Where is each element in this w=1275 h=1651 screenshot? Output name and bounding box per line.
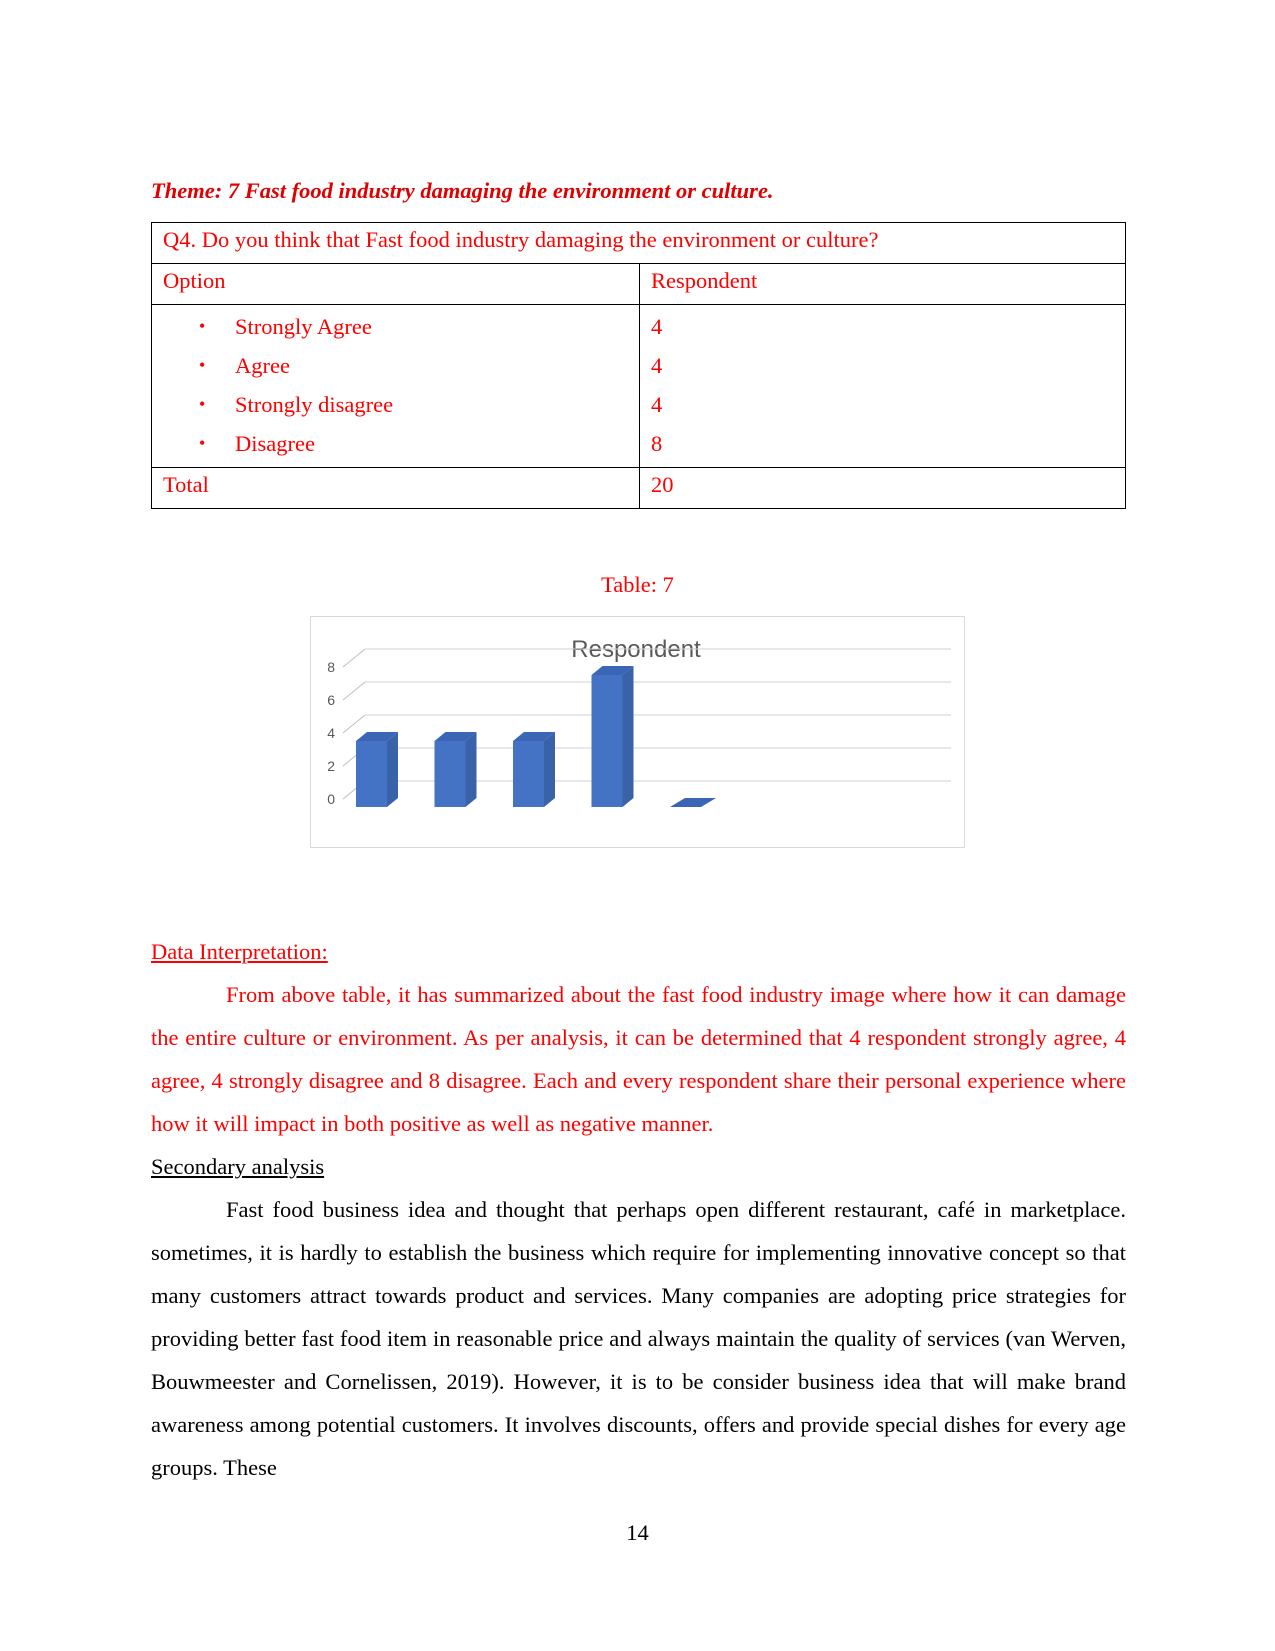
gridline-diagonal bbox=[342, 681, 366, 701]
options-cell: • Strongly Agree • Agree • Strongly disagre… bbox=[151, 304, 640, 468]
respondent-value: 4 bbox=[651, 352, 663, 378]
table-caption: Table: 7 bbox=[601, 572, 674, 597]
interpretation-text: From above table, it has summarized abou… bbox=[151, 982, 1126, 1136]
y-tick-label: 0 bbox=[327, 791, 335, 807]
bar-front bbox=[434, 741, 466, 807]
respondent-value: 8 bbox=[651, 430, 663, 456]
bullet-icon: • bbox=[199, 316, 206, 336]
header-option: Option bbox=[151, 263, 640, 305]
bar-side bbox=[387, 732, 398, 807]
bar-front bbox=[513, 741, 544, 807]
theme-heading: Theme: 7 Fast food industry damaging the… bbox=[151, 178, 774, 203]
bar-chart: Respondent 02468 bbox=[310, 616, 965, 848]
y-tick-label: 2 bbox=[327, 758, 335, 774]
interpretation-heading: Data Interpretation: bbox=[151, 939, 328, 964]
document-page: Theme: 7 Fast food industry damaging the… bbox=[0, 0, 1275, 1651]
secondary-text: Fast food business idea and thought that… bbox=[151, 1197, 1126, 1480]
gridline-diagonal bbox=[342, 714, 366, 734]
secondary-heading: Secondary analysis bbox=[151, 1154, 325, 1179]
gridline-diagonal bbox=[342, 648, 366, 668]
bullet-icon: • bbox=[199, 355, 206, 375]
respondent-cell: 4 4 4 8 bbox=[639, 304, 1126, 468]
y-tick-label: 4 bbox=[327, 725, 335, 741]
option-item: • Agree bbox=[163, 344, 628, 387]
total-label: Total bbox=[151, 467, 640, 509]
bullet-icon: • bbox=[199, 394, 206, 414]
bullet-icon: • bbox=[199, 433, 206, 453]
bar-side bbox=[465, 732, 477, 807]
bar-side bbox=[544, 732, 555, 807]
respondent-value: 4 bbox=[651, 391, 663, 417]
survey-table: Q4. Do you think that Fast food industry… bbox=[151, 222, 1126, 509]
total-value: 20 bbox=[639, 467, 1126, 509]
y-tick-label: 6 bbox=[327, 692, 335, 708]
chart-svg: Respondent 02468 bbox=[327, 636, 951, 807]
bar-top bbox=[670, 798, 716, 807]
bar-front bbox=[591, 675, 623, 807]
header-respondent: Respondent bbox=[639, 263, 1126, 305]
page-number: 14 bbox=[626, 1520, 649, 1545]
question-cell: Q4. Do you think that Fast food industry… bbox=[151, 222, 1126, 264]
option-item: • Disagree bbox=[163, 422, 628, 465]
respondent-value: 4 bbox=[651, 313, 663, 339]
option-item: • Strongly disagree bbox=[163, 383, 628, 426]
option-item: • Strongly Agree bbox=[163, 305, 628, 348]
bar-side bbox=[622, 666, 634, 807]
bar-front bbox=[356, 741, 387, 807]
y-tick-label: 8 bbox=[327, 659, 335, 675]
